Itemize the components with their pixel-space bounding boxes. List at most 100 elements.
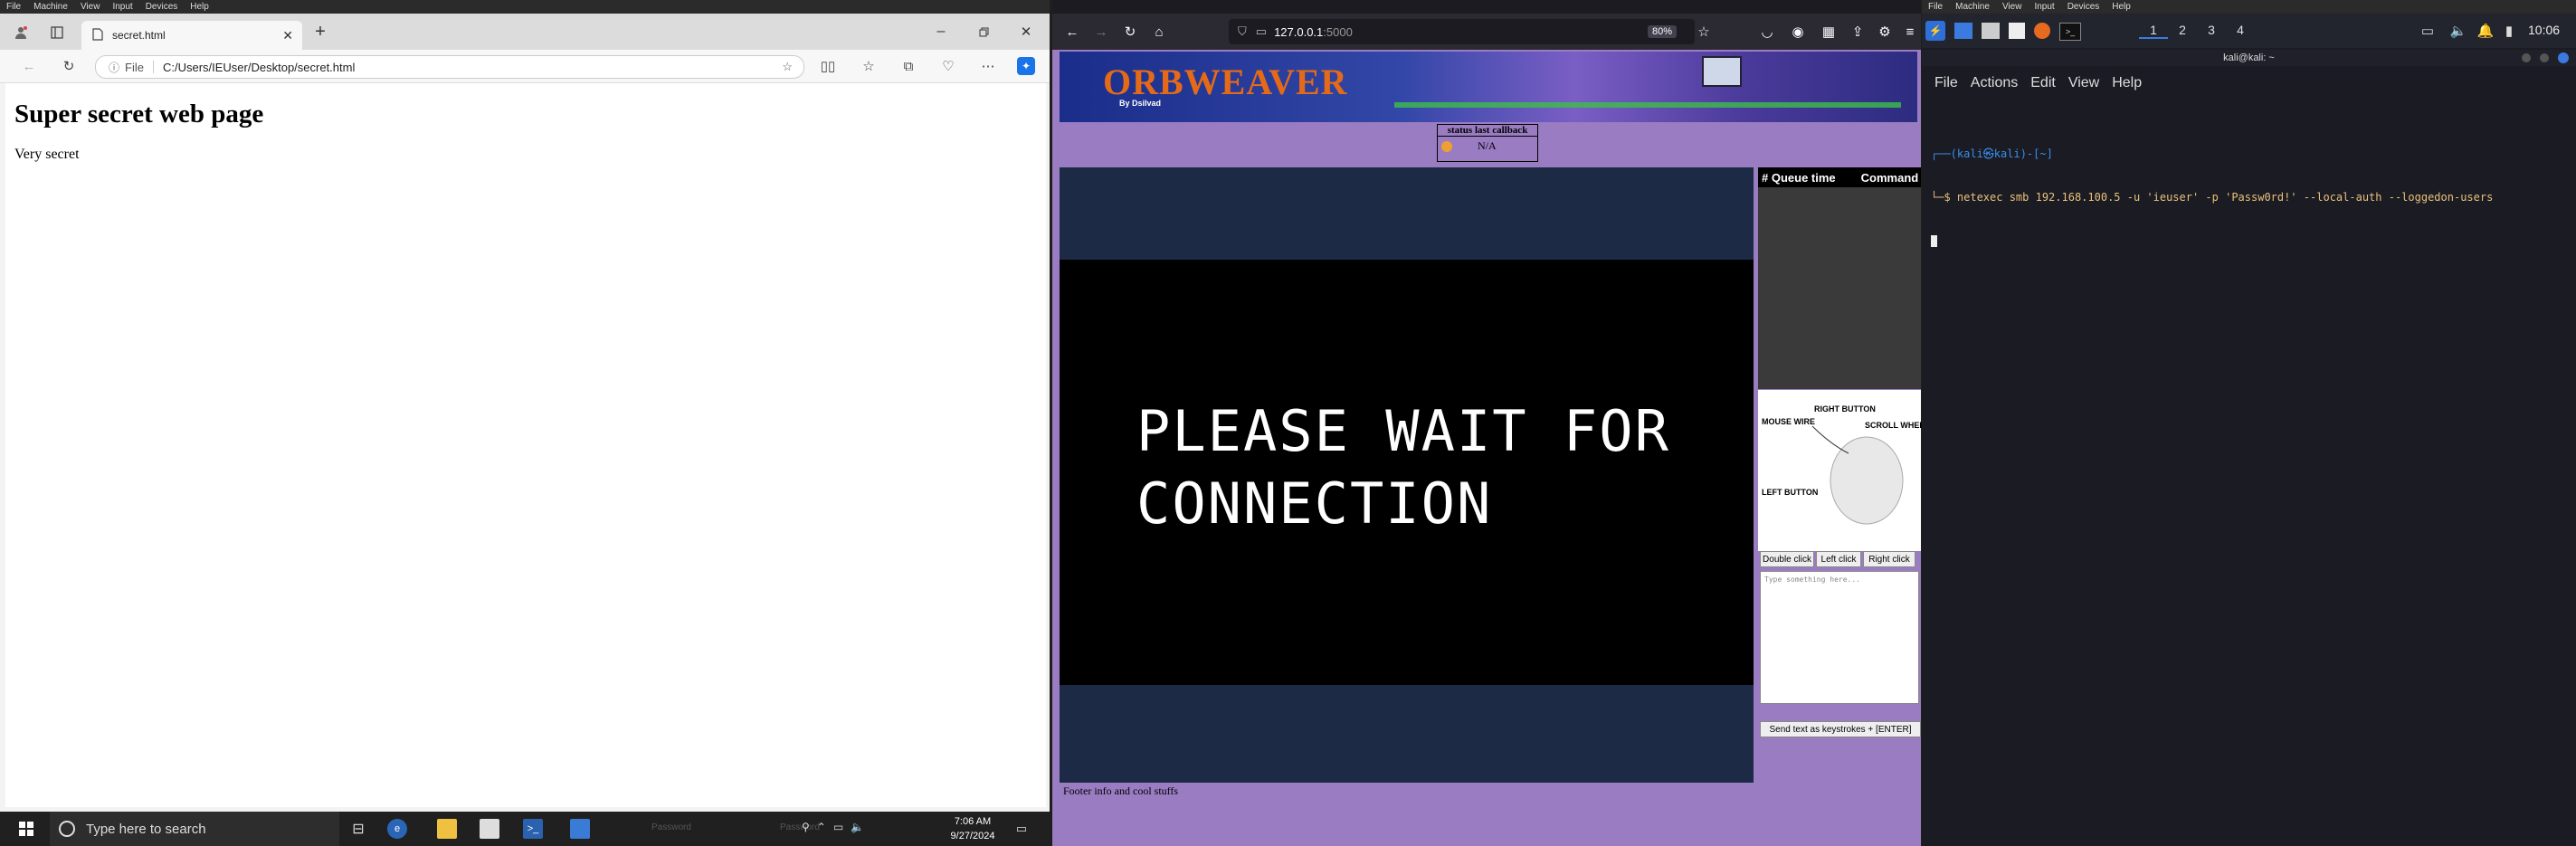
term-menu-actions[interactable]: Actions [1971, 75, 2018, 91]
system-tray[interactable]: ⚲⌃▭🔈 [802, 821, 871, 833]
workspace-1[interactable]: 1 [2139, 23, 2168, 39]
vbox-menu-machine[interactable]: Machine [27, 2, 74, 12]
tab-actions-icon[interactable] [49, 24, 65, 41]
vbox-menu-help[interactable]: Help [2105, 2, 2137, 12]
workspace-4[interactable]: 4 [2226, 23, 2255, 39]
search-placeholder: Type here to search [86, 821, 206, 837]
vbox-menu-view[interactable]: View [74, 2, 107, 12]
volume-icon[interactable]: 🔈 [2450, 23, 2467, 39]
copilot-icon[interactable]: ✦ [1017, 57, 1035, 75]
workspace-3[interactable]: 3 [2197, 23, 2226, 39]
new-tab-icon[interactable]: + [311, 22, 329, 42]
favorite-star-icon[interactable]: ☆ [782, 60, 793, 74]
terminal-minimize-icon[interactable] [2522, 53, 2531, 62]
term-menu-view[interactable]: View [2068, 75, 2099, 91]
account-icon[interactable]: ◉ [1789, 23, 1807, 41]
lock-icon[interactable]: ▮ [2501, 23, 2517, 39]
refresh-icon[interactable]: ↻ [60, 57, 78, 75]
tab-secret-html[interactable]: secret.html ✕ [81, 21, 302, 50]
terminal-output[interactable]: ┌──(kali㉿kali)-[~] └─$ netexec smb 192.1… [1931, 118, 2573, 276]
keystroke-textarea[interactable]: Type something here... [1760, 571, 1919, 704]
firefox-icon[interactable] [2034, 23, 2050, 39]
vbox-menu-help[interactable]: Help [184, 2, 215, 12]
mouse-diagram: RIGHT BUTTON MOUSE WIRE SCROLL WHEEL LEF… [1758, 390, 1930, 551]
store-icon[interactable] [480, 819, 499, 839]
terminal-maximize-icon[interactable] [2540, 53, 2549, 62]
left-click-button[interactable]: Left click [1816, 551, 1861, 567]
back-icon[interactable]: ← [20, 57, 38, 75]
notification-icon[interactable]: ▭ [1012, 819, 1031, 839]
queue-header: # Queue time Command [1758, 167, 1921, 187]
zoom-indicator[interactable]: 80% [1648, 25, 1678, 38]
hamburger-menu-icon[interactable]: ≡ [1901, 23, 1919, 41]
close-window-icon[interactable]: ✕ [1017, 23, 1035, 41]
tray-apps-icon[interactable]: ▭ [833, 821, 851, 833]
terminal-icon[interactable]: >_ [2059, 23, 2081, 41]
reload-icon[interactable]: ↻ [1121, 23, 1139, 41]
right-click-button[interactable]: Right click [1863, 551, 1915, 567]
minimize-icon[interactable]: – [932, 23, 950, 41]
split-screen-icon[interactable]: ▯▯ [819, 57, 837, 75]
shield-icon[interactable]: ⛉ [1238, 24, 1247, 39]
vbox-menu-input[interactable]: Input [2028, 2, 2060, 12]
terminal-prompt: ┌──(kali㉿kali)-[~] [1931, 147, 2053, 160]
text-editor-icon[interactable] [2009, 23, 2025, 39]
mail-icon[interactable] [570, 819, 590, 839]
extension-icon[interactable]: ▦ [1820, 23, 1838, 41]
vbox-menu-input[interactable]: Input [106, 2, 138, 12]
powershell-icon[interactable]: >_ [523, 819, 543, 839]
vbox-menu-file[interactable]: File [1922, 2, 1949, 12]
remote-screen[interactable]: PLEASE WAIT FOR CONNECTION [1060, 260, 1754, 685]
file-manager-icon[interactable] [1982, 23, 2000, 39]
vbox-menu-view[interactable]: View [1996, 2, 2029, 12]
volume-icon[interactable]: 🔈 [851, 821, 871, 833]
tray-chevron-icon[interactable]: ⌃ [817, 821, 833, 833]
page-info-icon[interactable]: ▭ [1256, 24, 1267, 39]
address-bar[interactable]: ⓘ File C:/Users/IEUser/Desktop/secret.ht… [95, 55, 804, 79]
favorites-icon[interactable]: ☆ [860, 57, 878, 75]
kali-top-panel: ⚡ >_ 1 2 3 4 ▭ 🔈 🔔 ▮ 10:06 [1922, 14, 2576, 48]
vbox-menu-devices[interactable]: Devices [2061, 2, 2106, 12]
address-bar[interactable]: ⛉ ▭ 127.0.0.1 :5000 [1229, 19, 1695, 44]
term-menu-help[interactable]: Help [2112, 75, 2142, 91]
back-icon[interactable]: ← [1063, 23, 1081, 41]
vbox-menu-file[interactable]: File [0, 2, 27, 12]
term-menu-file[interactable]: File [1934, 75, 1958, 91]
more-menu-icon[interactable]: ⋯ [979, 57, 997, 75]
notification-bell-icon[interactable]: 🔔 [2477, 23, 2495, 39]
kali-menu-icon[interactable]: ⚡ [1925, 21, 1945, 41]
forward-icon[interactable]: → [1092, 23, 1110, 41]
collections-icon[interactable]: ⧉ [899, 57, 917, 75]
pocket-icon[interactable]: ◡ [1758, 23, 1776, 41]
restore-icon[interactable] [974, 23, 993, 41]
workspace-2[interactable]: 2 [2168, 23, 2197, 39]
term-menu-edit[interactable]: Edit [2030, 75, 2056, 91]
workspace-switcher[interactable]: 1 2 3 4 [2139, 23, 2255, 39]
task-view-icon[interactable]: ⊟ [348, 819, 368, 839]
file-explorer-icon[interactable] [437, 819, 457, 839]
home-icon[interactable]: ⌂ [1150, 23, 1168, 41]
profile-icon[interactable] [13, 24, 29, 41]
screen-icon[interactable]: ▭ [2419, 23, 2436, 39]
network-icon[interactable]: ⚲ [802, 821, 817, 833]
terminal-command: └─$ netexec smb 192.168.100.5 -u 'ieuser… [1931, 191, 2494, 204]
bookmark-star-icon[interactable]: ☆ [1695, 23, 1713, 41]
show-desktop-icon[interactable] [1954, 23, 1972, 39]
browser-essentials-icon[interactable]: ♡ [939, 57, 957, 75]
vbox-menu-devices[interactable]: Devices [139, 2, 185, 12]
address-divider [152, 61, 154, 73]
share-icon[interactable]: ⇪ [1849, 23, 1867, 41]
orbweaver-byline: By Dsilvad [1119, 99, 1162, 108]
tab-close-icon[interactable]: ✕ [282, 28, 293, 43]
edge-taskbar-icon[interactable]: e [387, 819, 407, 839]
taskbar-search-box[interactable]: Type here to search [50, 812, 339, 846]
kali-clock[interactable]: 10:06 [2528, 23, 2560, 37]
send-keystrokes-button[interactable]: Send text as keystrokes + [ENTER] [1760, 721, 1921, 737]
start-button-icon[interactable] [16, 819, 36, 839]
devtools-icon[interactable]: ⚙ [1876, 23, 1894, 41]
terminal-title: kali@kali: ~ [2223, 52, 2275, 63]
double-click-button[interactable]: Double click [1760, 551, 1814, 567]
vbox-menu-machine[interactable]: Machine [1949, 2, 1996, 12]
taskbar-clock[interactable]: 7:06 AM 9/27/2024 [946, 814, 1000, 843]
terminal-close-icon[interactable] [2558, 52, 2569, 63]
